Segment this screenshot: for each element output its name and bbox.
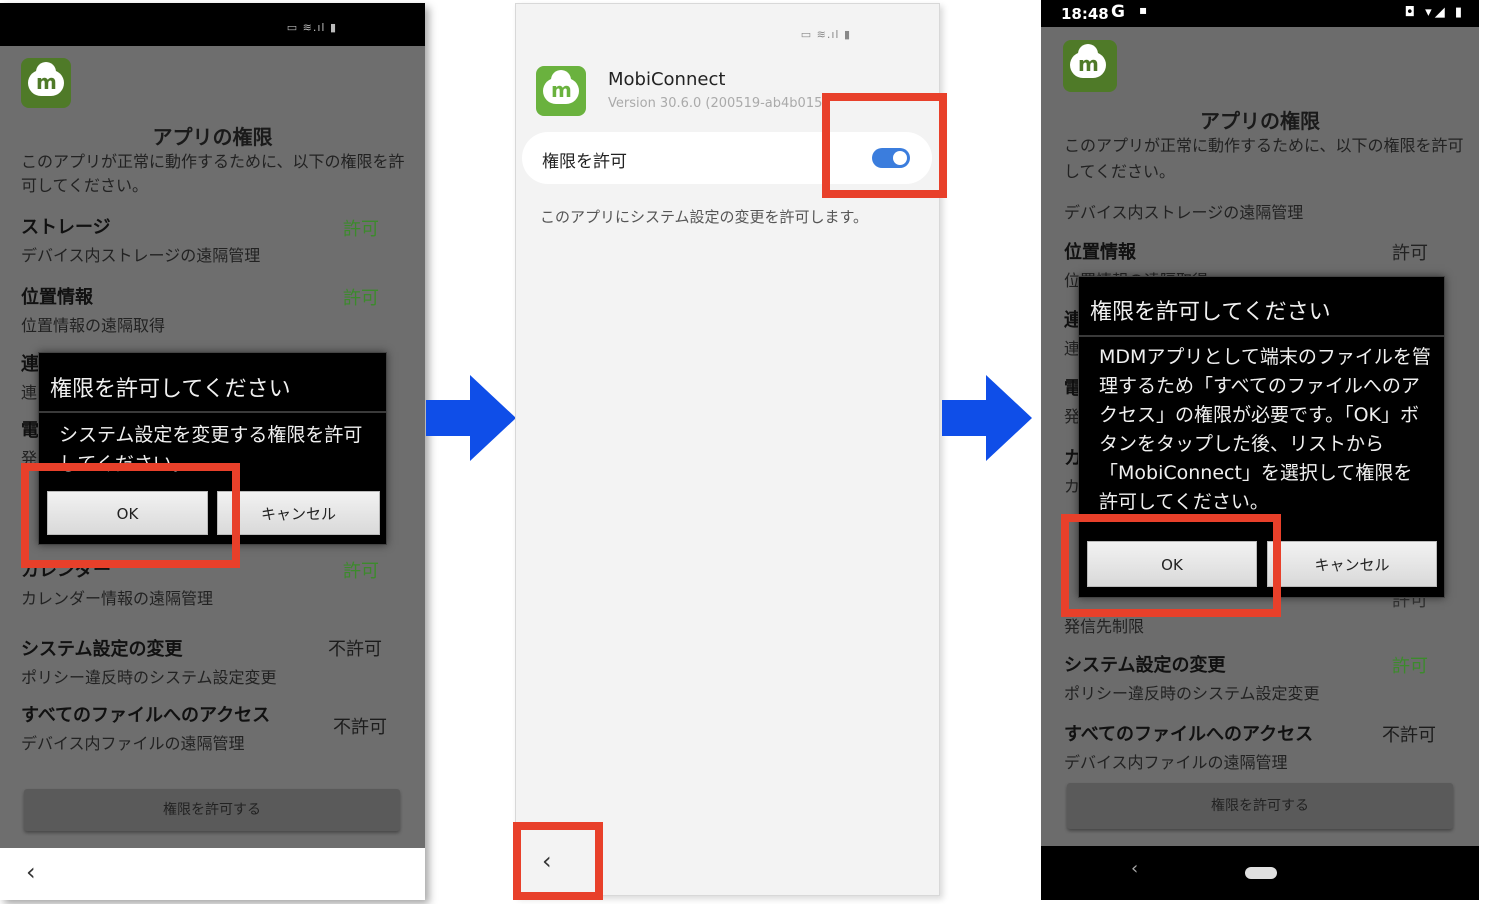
page-title: アプリの権限 bbox=[1200, 109, 1320, 133]
permission-subtitle: デバイス内ファイルの遠隔管理 bbox=[1064, 753, 1288, 772]
permission-status: 許可 bbox=[1392, 243, 1428, 264]
mobiconnect-logo: m bbox=[1063, 40, 1117, 92]
dialog-divider bbox=[1079, 335, 1444, 337]
permission-status: 不許可 bbox=[333, 717, 387, 738]
status-time: 18:48 bbox=[1061, 5, 1109, 23]
grant-permissions-button[interactable]: 権限を許可する bbox=[24, 789, 400, 831]
google-icon: G bbox=[1111, 2, 1125, 22]
arrow-right-icon bbox=[426, 375, 516, 461]
back-button-highlight bbox=[513, 822, 603, 900]
permission-system-settings[interactable]: システム設定の変更 ポリシー違反時のシステム設定変更 bbox=[21, 635, 277, 688]
home-pill-icon[interactable] bbox=[1245, 867, 1277, 879]
permission-all-files[interactable]: すべてのファイルへのアクセス デバイス内ファイルの遠隔管理 bbox=[21, 701, 270, 754]
back-icon[interactable]: ‹ bbox=[1131, 858, 1138, 879]
nav-bar: ‹ bbox=[0, 848, 425, 900]
grant-permissions-button[interactable]: 権限を許可する bbox=[1067, 783, 1453, 829]
ok-button-highlight bbox=[21, 463, 240, 568]
notification-icon: ▪ bbox=[1139, 3, 1148, 17]
screen-1-phone: ▭ ≋.ıl ▮ m アプリの権限 このアプリが正常に動作するために、以下の権限… bbox=[0, 3, 425, 900]
dialog-cancel-button[interactable]: キャンセル bbox=[1267, 541, 1437, 587]
permission-title: システム設定の変更 bbox=[21, 639, 183, 660]
nav-bar: ‹ bbox=[1041, 846, 1479, 900]
status-icons: ▭ ≋.ıl ▮ bbox=[800, 28, 851, 41]
permission-title: ストレージ bbox=[21, 217, 111, 238]
permission-title: すべてのファイルへのアクセス bbox=[1064, 724, 1314, 745]
permission-status: 不許可 bbox=[328, 639, 382, 660]
permission-location[interactable]: 位置情報 位置情報の遠隔取得 bbox=[21, 283, 165, 336]
page-title: アプリの権限 bbox=[152, 125, 273, 149]
status-bar: ▭ ≋.ıl ▮ bbox=[0, 3, 425, 46]
permission-title: システム設定の変更 bbox=[1064, 655, 1226, 676]
permission-subtitle: デバイス内ストレージの遠隔管理 bbox=[1064, 203, 1304, 222]
permission-status: 許可 bbox=[343, 219, 379, 240]
permission-subtitle: カレンダー情報の遠隔管理 bbox=[21, 589, 214, 608]
permission-subtitle: 位置情報の遠隔取得 bbox=[21, 316, 166, 335]
arrow-right-icon bbox=[942, 375, 1032, 461]
permit-label: 権限を許可 bbox=[542, 152, 627, 172]
ok-button-highlight bbox=[1061, 514, 1281, 617]
permission-subtitle: デバイス内ストレージの遠隔管理 bbox=[21, 246, 261, 265]
permission-title: 位置情報 bbox=[1064, 242, 1136, 263]
mobiconnect-logo: m bbox=[536, 66, 586, 116]
permission-subtitle: デバイス内ファイルの遠隔管理 bbox=[21, 734, 245, 753]
dialog-title: 権限を許可してください bbox=[50, 377, 291, 402]
dialog-divider bbox=[39, 411, 386, 413]
permission-subtitle: ポリシー違反時のシステム設定変更 bbox=[1064, 684, 1320, 703]
toggle-highlight bbox=[822, 93, 947, 198]
permission-title: すべてのファイルへのアクセス bbox=[21, 705, 271, 726]
page-description: このアプリが正常に動作するために、以下の権限を許可してください。 bbox=[21, 152, 405, 195]
permission-status: 不許可 bbox=[1382, 725, 1436, 746]
dialog-title: 権限を許可してください bbox=[1090, 300, 1331, 325]
app-version: Version 30.6.0 (200519-ab4b015 bbox=[608, 96, 823, 111]
back-icon[interactable]: ‹ bbox=[26, 858, 36, 886]
mobiconnect-logo: m bbox=[21, 58, 71, 108]
app-name: MobiConnect bbox=[608, 69, 726, 90]
dialog-message: MDMアプリとして端末のファイルを管理するため「すべてのファイルへのアクセス」の… bbox=[1099, 346, 1431, 513]
status-bar: 18:48 G ▪ ◘ ▾◢ ▮ bbox=[1041, 0, 1479, 27]
status-icons: ▭ ≋.ıl ▮ bbox=[286, 21, 337, 34]
permission-all-files[interactable]: すべてのファイルへのアクセス デバイス内ファイルの遠隔管理 bbox=[1064, 720, 1313, 773]
permission-title: 位置情報 bbox=[21, 287, 93, 308]
permission-status: 許可 bbox=[343, 288, 379, 309]
permission-system-settings[interactable]: システム設定の変更 ポリシー違反時のシステム設定変更 bbox=[1064, 651, 1320, 704]
permission-subtitle: ポリシー違反時のシステム設定変更 bbox=[21, 668, 277, 687]
status-icons: ◘ ▾◢ ▮ bbox=[1404, 5, 1465, 20]
permission-status: 許可 bbox=[1392, 656, 1428, 677]
page-description: このアプリが正常に動作するために、以下の権限を許可してください。 bbox=[1064, 136, 1464, 181]
permission-status: 許可 bbox=[343, 561, 379, 582]
permission-storage[interactable]: ストレージ デバイス内ストレージの遠隔管理 bbox=[21, 213, 260, 266]
dialog-cancel-button[interactable]: キャンセル bbox=[217, 491, 380, 535]
permit-description: このアプリにシステム設定の変更を許可します。 bbox=[540, 208, 869, 226]
screen-3-phone: 18:48 G ▪ ◘ ▾◢ ▮ m アプリの権限 このアプリが正常に動作するた… bbox=[1041, 0, 1479, 900]
